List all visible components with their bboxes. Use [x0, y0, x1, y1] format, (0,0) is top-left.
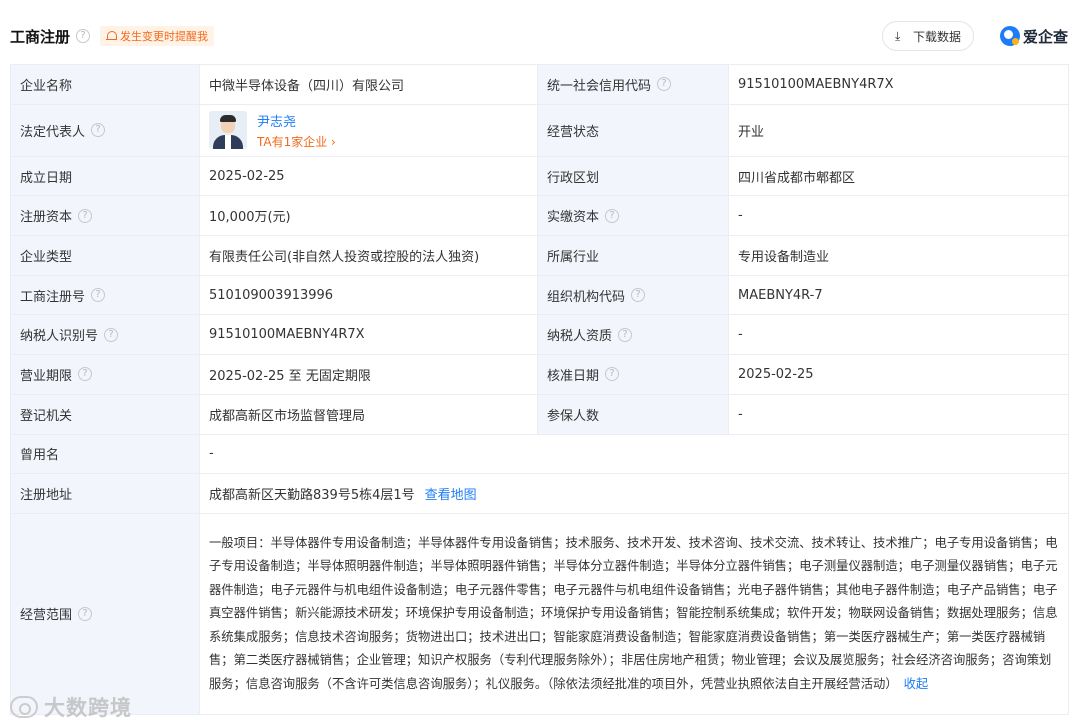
change-notify-label: 发生变更时提醒我: [120, 30, 209, 43]
value-address: 成都高新区天勤路839号5栋4层1号: [209, 488, 415, 504]
collapse-link[interactable]: 收起: [904, 677, 929, 691]
help-icon[interactable]: ?: [631, 288, 646, 303]
value-scope: 一般项目：半导体器件专用设备制造；半导体器件专用设备销售；技术服务、技术开发、技…: [209, 528, 1059, 701]
help-icon[interactable]: ?: [605, 208, 620, 223]
label-status: 经营状态: [537, 103, 729, 157]
label-term: 营业期限: [20, 368, 73, 384]
value-company-name: 中微半导体设备（四川）有限公司: [199, 64, 538, 105]
value-org-code: MAEBNY4R-7: [728, 274, 1069, 316]
label-company-name: 企业名称: [10, 64, 200, 105]
table-row: 注册资本? 10,000万(元) 实缴资本? -: [10, 195, 1069, 237]
help-icon[interactable]: ?: [618, 327, 633, 342]
value-insured: -: [728, 393, 1069, 435]
watermark-logo-icon: [10, 696, 38, 718]
label-reg-number: 工商注册号: [20, 289, 86, 305]
section-header: 工商注册 ? 发生变更时提醒我 ⤓ 下载数据 爱企查: [10, 18, 1068, 54]
table-row: 法定代表人? 尹志尧 TA有1家企业 › 经营状态 开业: [10, 103, 1069, 157]
label-address: 注册地址: [10, 473, 200, 514]
legal-rep-card: 尹志尧 TA有1家企业 ›: [209, 111, 528, 150]
value-taxpayer-qual: -: [728, 314, 1069, 356]
value-approval-date: 2025-02-25: [728, 354, 1069, 395]
help-icon[interactable]: ?: [91, 288, 106, 303]
business-info-table: 企业名称 中微半导体设备（四川）有限公司 统一社会信用代码? 91510100M…: [10, 64, 1069, 715]
help-icon[interactable]: ?: [605, 367, 620, 382]
table-row: 曾用名 -: [10, 433, 1069, 475]
label-reg-capital: 注册资本: [20, 210, 73, 226]
change-notify-button[interactable]: 发生变更时提醒我: [100, 26, 215, 46]
value-reg-number: 510109003913996: [199, 274, 538, 316]
label-taxpayer-id: 纳税人识别号: [20, 329, 99, 345]
legal-rep-name-link[interactable]: 尹志尧: [257, 111, 336, 130]
label-scope: 经营范围: [20, 608, 73, 624]
watermark: 大数跨境: [10, 692, 132, 722]
label-taxpayer-qual: 纳税人资质: [547, 329, 613, 345]
table-row: 注册地址 成都高新区天勤路839号5栋4层1号 查看地图: [10, 473, 1069, 514]
table-row: 成立日期 2025-02-25 行政区划 四川省成都市郫都区: [10, 155, 1069, 197]
table-row: 工商注册号? 510109003913996 组织机构代码? MAEBNY4R-…: [10, 274, 1069, 316]
download-icon: ⤓: [894, 28, 901, 43]
scope-text: 一般项目：半导体器件专用设备制造；半导体器件专用设备销售；技术服务、技术开发、技…: [209, 535, 1058, 691]
help-icon[interactable]: ?: [657, 77, 672, 92]
avatar[interactable]: [209, 111, 247, 150]
value-founded: 2025-02-25: [199, 155, 538, 197]
legal-rep-companies-link[interactable]: TA有1家企业 ›: [257, 133, 336, 150]
help-icon[interactable]: ?: [104, 327, 119, 342]
table-row: 经营范围? 一般项目：半导体器件专用设备制造；半导体器件专用设备销售；技术服务、…: [10, 512, 1069, 715]
label-credit-code: 统一社会信用代码: [547, 78, 652, 94]
value-industry: 专用设备制造业: [728, 235, 1069, 276]
help-icon[interactable]: ?: [76, 29, 91, 43]
value-reg-capital: 10,000万(元): [199, 195, 538, 237]
section-title: 工商注册: [10, 27, 71, 46]
view-map-link[interactable]: 查看地图: [425, 488, 477, 503]
label-org-code: 组织机构代码: [547, 289, 626, 305]
watermark-text: 大数跨境: [44, 696, 132, 720]
table-row: 纳税人识别号? 91510100MAEBNY4R7X 纳税人资质? -: [10, 314, 1069, 356]
download-data-button[interactable]: ⤓ 下载数据: [881, 21, 974, 51]
label-company-type: 企业类型: [10, 235, 200, 276]
value-authority: 成都高新区市场监督管理局: [199, 393, 538, 435]
value-region: 四川省成都市郫都区: [728, 155, 1069, 197]
label-authority: 登记机关: [10, 393, 200, 435]
label-insured: 参保人数: [537, 393, 729, 435]
label-legal-rep: 法定代表人: [20, 124, 86, 140]
label-approval-date: 核准日期: [547, 368, 600, 384]
value-taxpayer-id: 91510100MAEBNY4R7X: [199, 314, 538, 356]
download-label: 下载数据: [912, 29, 961, 44]
label-industry: 所属行业: [537, 235, 729, 276]
help-icon[interactable]: ?: [78, 367, 93, 382]
label-former-name: 曾用名: [10, 433, 200, 475]
value-paid-capital: -: [728, 195, 1069, 237]
value-former-name: -: [199, 433, 1069, 475]
table-row: 企业名称 中微半导体设备（四川）有限公司 统一社会信用代码? 91510100M…: [10, 64, 1069, 105]
value-status: 开业: [728, 103, 1069, 157]
label-paid-capital: 实缴资本: [547, 210, 600, 226]
logo-icon: [999, 26, 1020, 46]
help-icon[interactable]: ?: [78, 208, 93, 223]
value-company-type: 有限责任公司(非自然人投资或控股的法人独资): [199, 235, 538, 276]
table-row: 营业期限? 2025-02-25 至 无固定期限 核准日期? 2025-02-2…: [10, 354, 1069, 395]
table-row: 登记机关 成都高新区市场监督管理局 参保人数 -: [10, 393, 1069, 435]
bell-icon: [106, 30, 118, 42]
label-founded: 成立日期: [10, 155, 200, 197]
help-icon[interactable]: ?: [78, 606, 93, 621]
value-credit-code: 91510100MAEBNY4R7X: [728, 64, 1069, 105]
value-term: 2025-02-25 至 无固定期限: [199, 354, 538, 395]
aiqicha-logo[interactable]: 爱企查: [999, 26, 1068, 47]
table-row: 企业类型 有限责任公司(非自然人投资或控股的法人独资) 所属行业 专用设备制造业: [10, 235, 1069, 276]
label-region: 行政区划: [537, 155, 729, 197]
help-icon[interactable]: ?: [91, 123, 106, 138]
logo-text: 爱企查: [1022, 27, 1068, 46]
